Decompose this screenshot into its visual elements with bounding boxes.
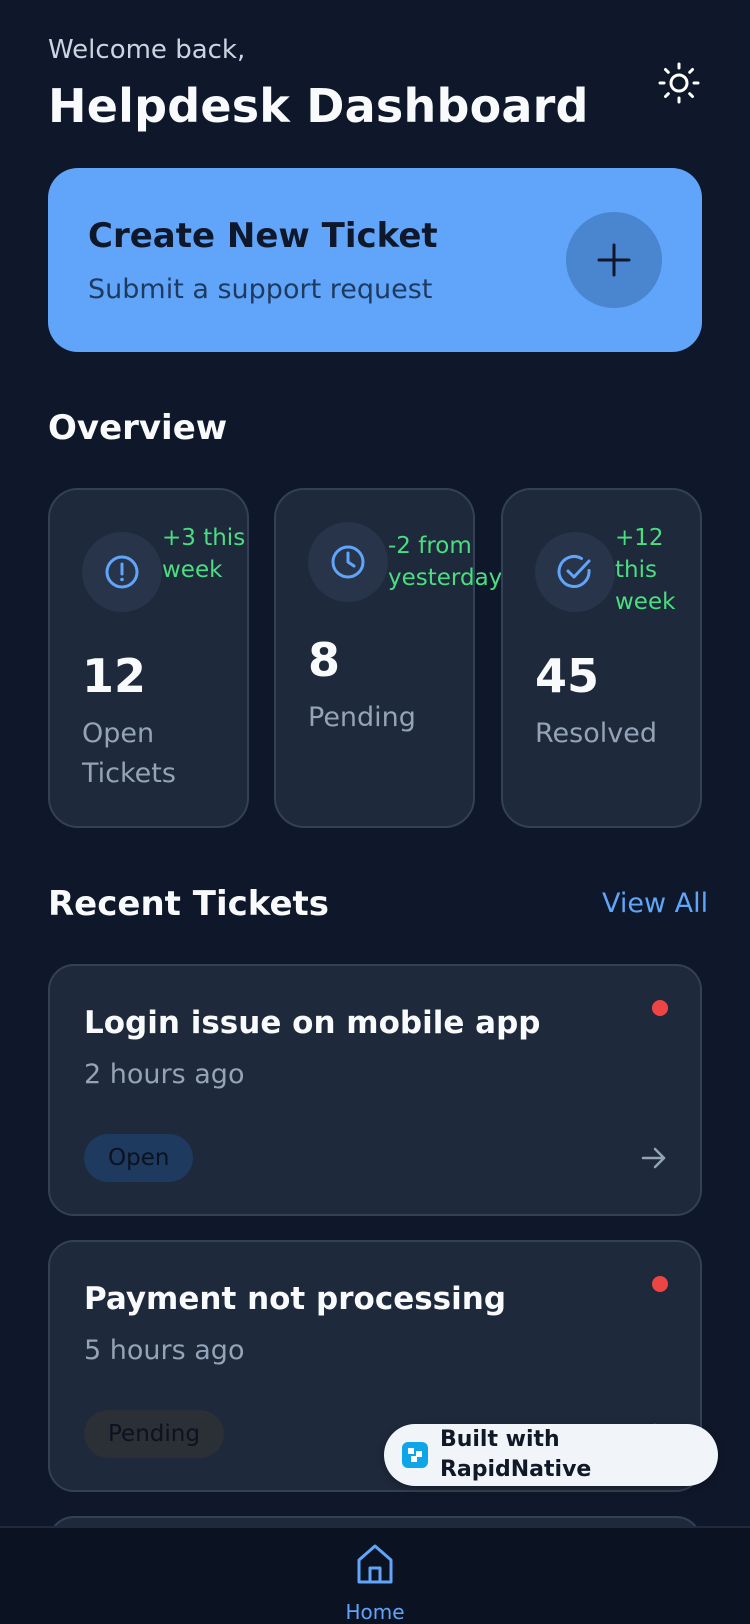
view-all-link[interactable]: View All xyxy=(602,884,708,924)
alert-circle-icon xyxy=(105,555,139,589)
stat-change: +12 this week xyxy=(615,525,676,615)
bottom-nav: Home xyxy=(0,1526,750,1624)
stat-value: 8 xyxy=(308,633,341,687)
stat-card-resolved[interactable]: +12 this week 45 Resolved xyxy=(501,488,702,828)
stat-value: 12 xyxy=(82,649,147,703)
stat-icon-wrap xyxy=(535,532,615,612)
rapidnative-logo-icon xyxy=(402,1442,428,1468)
stat-label: Pending xyxy=(308,702,416,733)
home-icon xyxy=(357,1544,393,1584)
ticket-title: Payment not processing xyxy=(84,1281,507,1317)
stat-value: 45 xyxy=(535,649,600,703)
overview-heading: Overview xyxy=(48,408,228,448)
nav-item-label: Home xyxy=(345,1600,405,1624)
ticket-time: 5 hours ago xyxy=(84,1335,245,1366)
status-badge: Pending xyxy=(84,1410,224,1458)
create-ticket-card[interactable]: Create New Ticket Submit a support reque… xyxy=(48,168,702,352)
create-ticket-subtitle: Submit a support request xyxy=(88,274,433,305)
ticket-title: Login issue on mobile app xyxy=(84,1005,541,1041)
plus-icon xyxy=(597,243,631,277)
dashboard-screen: Welcome back, Helpdesk Dashboard Create … xyxy=(0,0,750,1624)
built-with-badge[interactable]: Built with RapidNative xyxy=(384,1424,718,1486)
ticket-card[interactable]: Login issue on mobile app 2 hours ago Op… xyxy=(48,964,702,1216)
create-ticket-button[interactable] xyxy=(566,212,662,308)
welcome-text: Welcome back, xyxy=(48,35,246,65)
built-with-text: Built with RapidNative xyxy=(439,1427,592,1482)
page-title: Helpdesk Dashboard xyxy=(48,79,589,133)
arrow-right-icon[interactable] xyxy=(640,1144,668,1172)
stat-card-pending[interactable]: -2 from yesterday 8 Pending xyxy=(274,488,502,828)
priority-dot xyxy=(652,1000,668,1016)
stat-change: -2 from yesterday xyxy=(388,533,503,591)
priority-dot xyxy=(652,1276,668,1292)
ticket-time: 2 hours ago xyxy=(84,1059,245,1090)
recent-tickets-heading: Recent Tickets xyxy=(48,884,329,924)
stat-card-open[interactable]: +3 this week 12 Open Tickets xyxy=(48,488,249,828)
stat-change: +3 this week xyxy=(162,525,246,583)
sun-icon xyxy=(658,62,700,104)
stat-label: Open Tickets xyxy=(82,718,176,789)
stat-icon-wrap xyxy=(308,522,388,602)
nav-item-home[interactable]: Home xyxy=(340,1542,410,1624)
clock-icon xyxy=(331,545,365,579)
status-badge: Open xyxy=(84,1134,194,1182)
create-ticket-title: Create New Ticket xyxy=(88,216,438,256)
check-circle-icon xyxy=(557,555,591,588)
stat-icon-wrap xyxy=(82,532,162,612)
stat-label: Resolved xyxy=(535,718,657,749)
theme-toggle-button[interactable] xyxy=(656,60,702,106)
